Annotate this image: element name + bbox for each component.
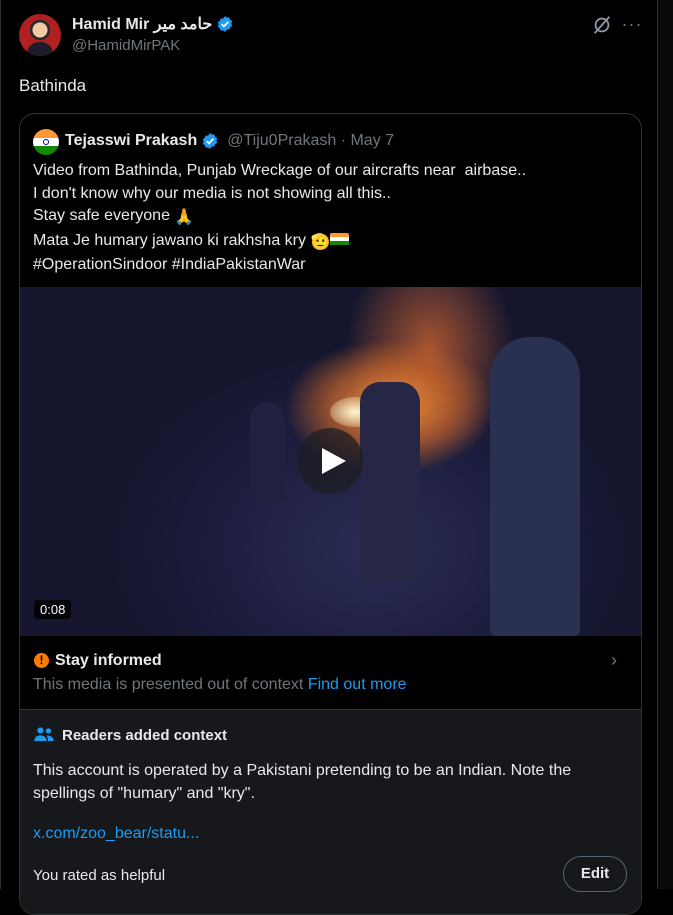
- quoted-handle-date[interactable]: @Tiju0Prakash · May 7: [227, 132, 394, 150]
- author-name[interactable]: Hamid Mir حامد میر: [72, 14, 212, 34]
- pray-emoji-icon: 🙏: [174, 209, 195, 226]
- video-player[interactable]: 0:08: [20, 287, 641, 636]
- quoted-avatar[interactable]: [33, 129, 59, 155]
- tweet-text: Bathinda: [19, 76, 87, 95]
- author-handle[interactable]: @HamidMirPAK: [72, 37, 180, 54]
- column-border-left: [0, 0, 1, 889]
- quoted-line: I don't know why our media is not showin…: [33, 184, 391, 202]
- chevron-right-icon[interactable]: ›: [611, 650, 617, 671]
- notice-description: This media is presented out of context: [33, 676, 304, 693]
- quoted-line: Stay safe everyone 🙏: [33, 205, 633, 230]
- community-note: Readers added context This account is op…: [20, 710, 641, 914]
- community-note-title: Readers added context: [62, 727, 228, 744]
- community-note-link[interactable]: x.com/zoo_bear/statu...: [33, 825, 199, 843]
- alert-icon: !: [34, 653, 49, 668]
- quoted-line-text: Mata Je humary jawano ki rakhsha kry: [33, 231, 306, 249]
- india-flag-icon: [330, 232, 350, 246]
- quoted-author-line: Tejasswi Prakash @Tiju0Prakash · May 7: [65, 132, 394, 150]
- video-duration: 0:08: [34, 600, 72, 619]
- quoted-author-name[interactable]: Tejasswi Prakash: [65, 132, 197, 150]
- quoted-line: Mata Je humary jawano ki rakhsha kry 🫡: [33, 230, 633, 255]
- grok-icon[interactable]: [591, 14, 613, 36]
- play-icon[interactable]: [297, 428, 363, 494]
- stay-informed-description: This media is presented out of context F…: [33, 676, 407, 694]
- author-avatar[interactable]: [19, 14, 61, 56]
- quoted-line: Video from Bathinda, Punjab Wreckage of …: [33, 162, 527, 179]
- quoted-line-text: Stay safe everyone: [33, 207, 170, 224]
- hashtags[interactable]: #OperationSindoor #IndiaPakistanWar: [33, 254, 633, 277]
- find-out-more-link[interactable]: Find out more: [308, 676, 407, 693]
- stay-informed-title: Stay informed: [55, 652, 162, 669]
- person-silhouette: [250, 402, 285, 502]
- salute-emoji-icon: 🫡: [310, 233, 331, 251]
- edit-rating-button[interactable]: Edit: [563, 856, 627, 892]
- quoted-text: Video from Bathinda, Punjab Wreckage of …: [33, 160, 633, 277]
- stay-informed-notice[interactable]: ! Stay informed › This media is presente…: [20, 636, 641, 710]
- verified-badge-icon: [218, 16, 233, 32]
- person-silhouette: [490, 337, 580, 636]
- community-note-text: This account is operated by a Pakistani …: [33, 762, 572, 802]
- author-line: Hamid Mir حامد میر: [72, 14, 234, 34]
- rating-status: You rated as helpful: [33, 867, 166, 884]
- scrollbar[interactable]: [658, 0, 673, 889]
- more-icon[interactable]: ···: [621, 14, 643, 36]
- person-silhouette: [360, 382, 420, 582]
- verified-badge-icon: [203, 133, 218, 149]
- people-icon: [34, 727, 54, 742]
- quoted-tweet[interactable]: Tejasswi Prakash @Tiju0Prakash · May 7 V…: [19, 113, 642, 915]
